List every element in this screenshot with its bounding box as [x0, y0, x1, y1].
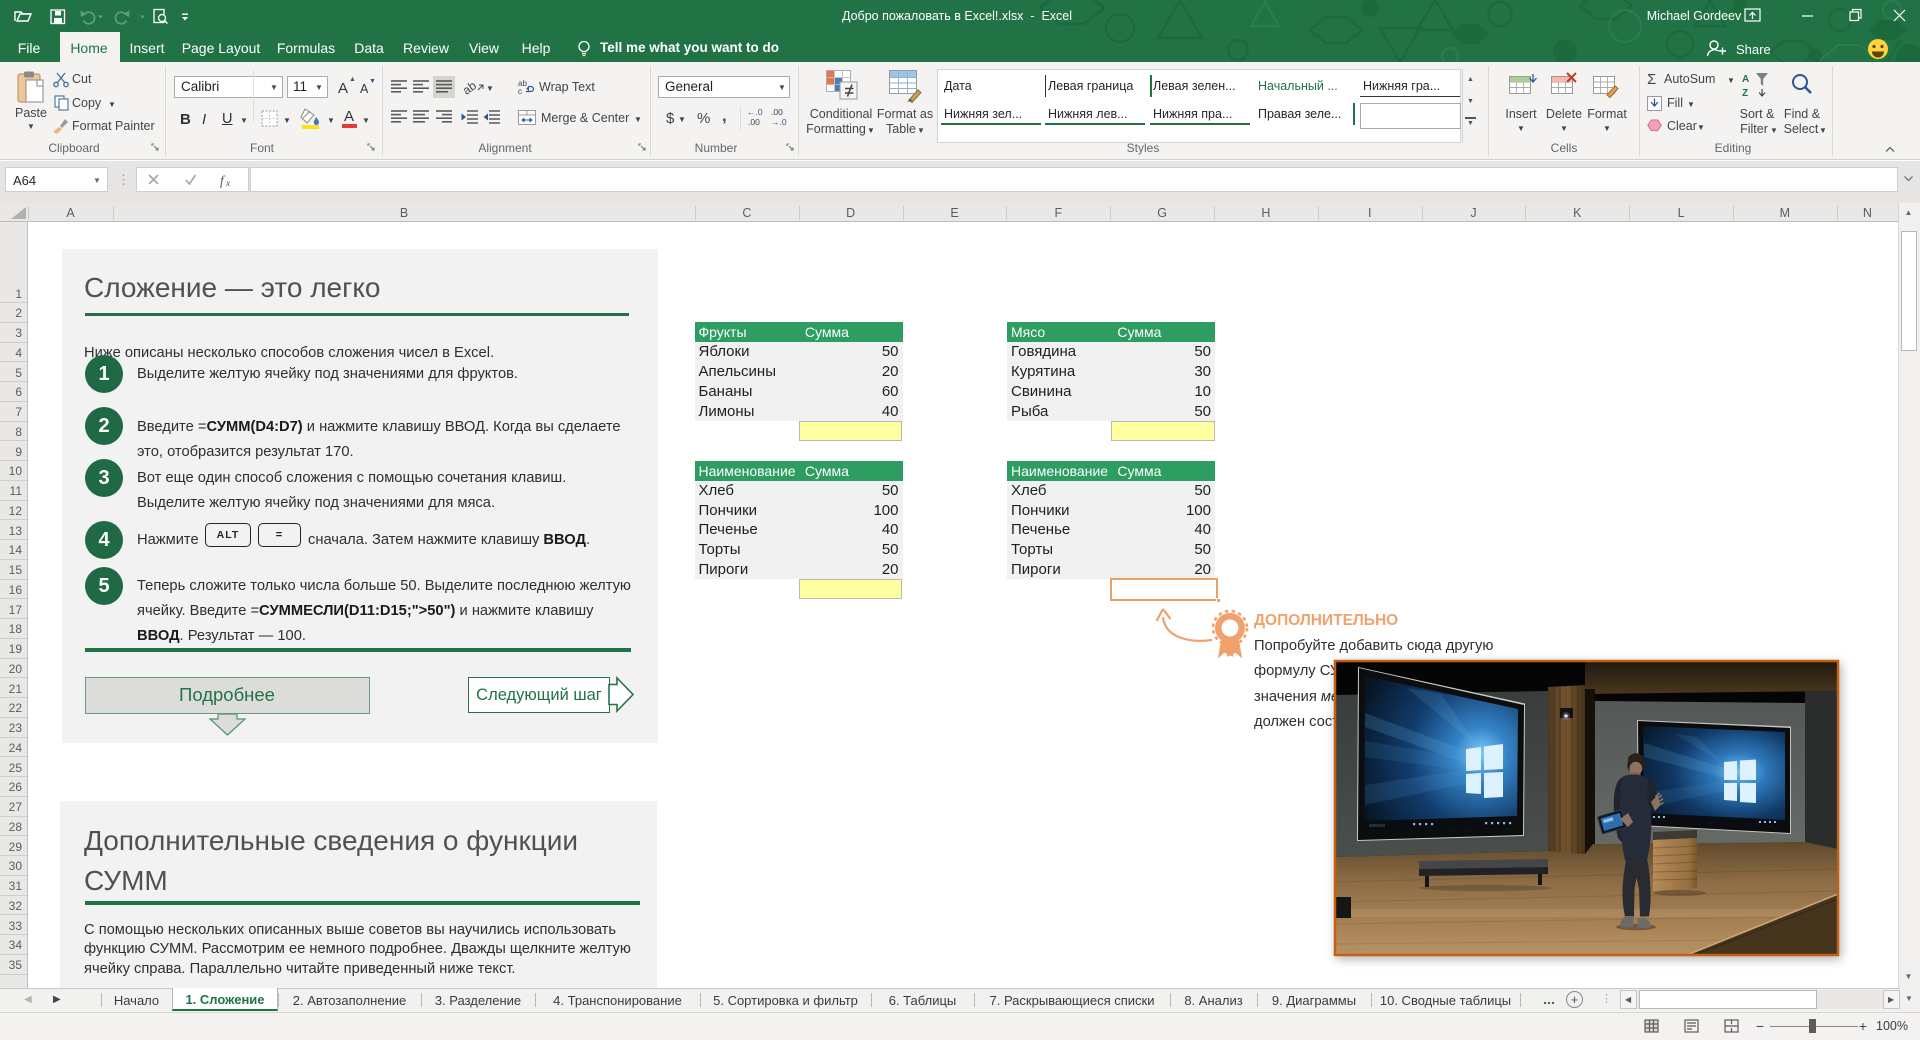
svg-text:x: x	[225, 179, 231, 189]
svg-text:Z: Z	[1742, 88, 1748, 99]
svg-text:c: c	[518, 87, 522, 96]
svg-text:A: A	[1742, 74, 1749, 85]
